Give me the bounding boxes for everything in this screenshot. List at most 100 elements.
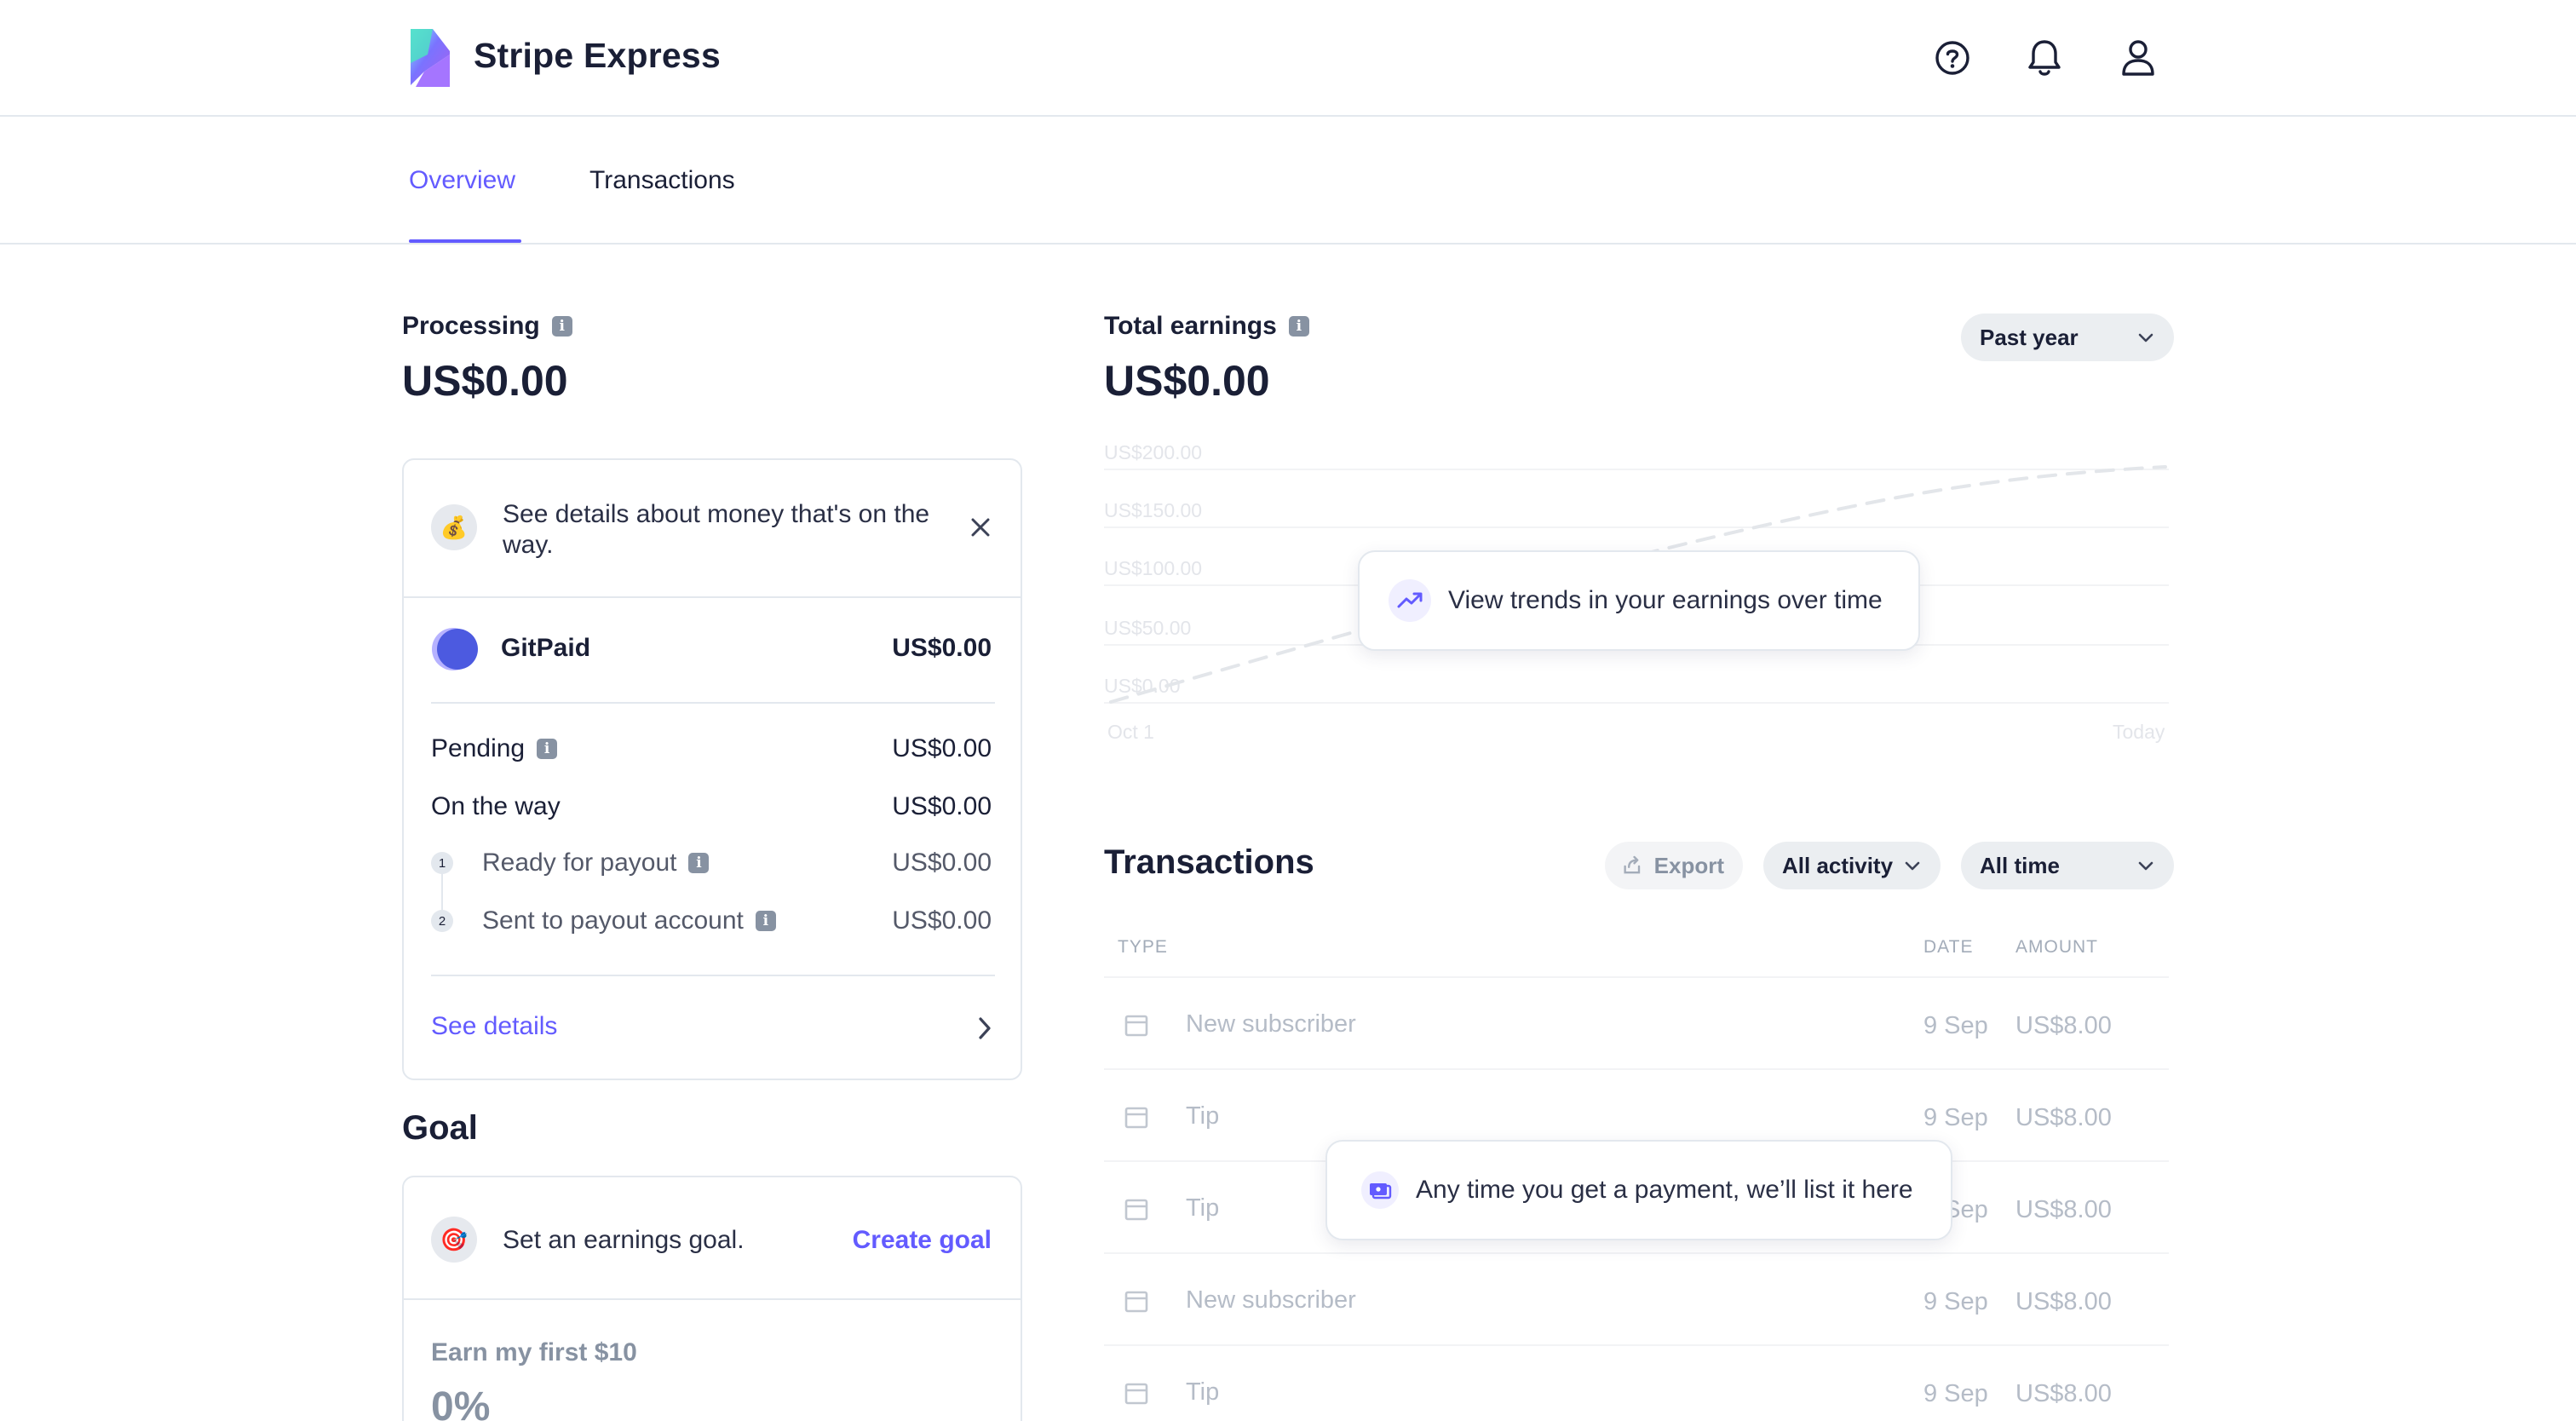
info-icon[interactable]: i (688, 853, 710, 873)
total-earnings-heading: Total earnings i (1104, 312, 1309, 341)
stripe-express-logo[interactable] (409, 29, 451, 87)
x-tick-label: Oct 1 (1107, 721, 1154, 743)
transaction-type: Tip (1186, 1378, 1220, 1406)
transactions-heading: Transactions (1104, 843, 1314, 881)
transactions-empty-tooltip: Any time you get a payment, we’ll list i… (1325, 1140, 1952, 1240)
pending-value: US$0.00 (892, 734, 992, 762)
sent-to-payout-row: Sent to payout account i (482, 906, 776, 935)
total-earnings-label: Total earnings (1104, 312, 1277, 340)
column-header-amount: AMOUNT (2015, 937, 2098, 957)
goal-card: 🎯 Set an earnings goal. Create goal Earn… (402, 1176, 1022, 1421)
step-1-badge: 1 (431, 852, 453, 874)
payment-icon (1361, 1171, 1399, 1209)
ready-for-payout-row: Ready for payout i (482, 849, 710, 877)
goal-heading: Goal (402, 1109, 478, 1147)
sent-to-payout-value: US$0.00 (892, 906, 992, 935)
chevron-right-icon[interactable] (976, 1015, 993, 1041)
activity-filter-value: All activity (1782, 852, 1894, 878)
transaction-date: 9 Sep (1923, 1380, 1988, 1407)
on-the-way-label: On the way (431, 792, 561, 820)
storefront-icon (1124, 1291, 1148, 1313)
table-row[interactable]: New subscriber 9 Sep US$8.00 (1104, 1254, 2169, 1346)
transaction-amount: US$8.00 (2015, 1196, 2112, 1223)
gitpaid-avatar (432, 628, 478, 670)
processing-amount: US$0.00 (402, 357, 568, 405)
export-icon (1624, 855, 1641, 874)
transaction-date: 9 Sep (1923, 1288, 1988, 1315)
target-icon: 🎯 (431, 1217, 477, 1263)
on-the-way-value: US$0.00 (892, 792, 992, 820)
transaction-amount: US$8.00 (2015, 1012, 2112, 1039)
chevron-down-icon (2138, 333, 2153, 342)
transaction-amount: US$8.00 (2015, 1288, 2112, 1315)
transaction-amount: US$8.00 (2015, 1104, 2112, 1131)
storefront-icon (1124, 1199, 1148, 1221)
see-details-link[interactable]: See details (431, 1012, 557, 1041)
processing-card: 💰 See details about money that's on the … (402, 458, 1022, 1080)
divider (431, 975, 995, 976)
transaction-date: 9 Sep (1923, 1104, 1988, 1131)
chevron-down-icon (1905, 861, 1920, 871)
total-earnings-amount: US$0.00 (1104, 357, 1270, 405)
app-title: Stripe Express (474, 36, 721, 75)
transactions-tooltip-text: Any time you get a payment, we’ll list i… (1416, 1176, 1913, 1204)
create-goal-button[interactable]: Create goal (853, 1225, 992, 1256)
goal-percent: 0% (431, 1384, 491, 1421)
info-icon[interactable]: i (537, 739, 558, 759)
step-2-badge: 2 (431, 910, 453, 932)
tab-transactions[interactable]: Transactions (589, 166, 735, 195)
storefront-icon (1124, 1015, 1148, 1037)
chevron-down-icon (2138, 861, 2153, 871)
close-icon[interactable] (969, 516, 992, 538)
export-button[interactable]: Export (1605, 842, 1743, 889)
processing-heading: Processing i (402, 312, 572, 341)
column-header-type: TYPE (1118, 937, 1168, 957)
tab-bar: Overview Transactions (0, 117, 2576, 245)
table-row[interactable]: New subscriber 9 Sep US$8.00 (1104, 978, 2169, 1070)
x-tick-label: Today (2113, 721, 2165, 743)
goal-target-label: Earn my first $10 (431, 1338, 637, 1366)
sent-to-payout-label: Sent to payout account (482, 906, 744, 935)
storefront-icon (1124, 1383, 1148, 1405)
activity-filter-select[interactable]: All activity (1763, 842, 1941, 889)
money-bag-icon: 💰 (431, 504, 477, 550)
divider (404, 596, 1021, 598)
column-header-date: DATE (1923, 937, 1974, 957)
tab-overview[interactable]: Overview (409, 166, 515, 195)
divider (431, 702, 995, 704)
ready-for-payout-value: US$0.00 (892, 849, 992, 877)
info-icon[interactable]: i (755, 911, 776, 931)
trend-up-icon (1389, 579, 1431, 622)
active-tab-indicator (409, 239, 521, 243)
storefront-icon (1124, 1107, 1148, 1129)
table-row[interactable]: Tip 9 Sep US$8.00 (1104, 1346, 2169, 1421)
pending-row-label: Pending i (431, 734, 558, 763)
info-icon[interactable]: i (551, 316, 572, 337)
goal-prompt: Set an earnings goal. (503, 1226, 745, 1254)
user-icon[interactable] (2114, 34, 2162, 82)
time-filter-value: All time (1980, 852, 2060, 878)
ready-for-payout-label: Ready for payout (482, 849, 677, 877)
time-filter-select[interactable]: All time (1961, 842, 2174, 889)
transaction-type: Tip (1186, 1102, 1220, 1130)
bell-icon[interactable] (2021, 34, 2068, 82)
transaction-type: New subscriber (1186, 1010, 1356, 1038)
processing-notice: See details about money that's on the wa… (503, 500, 930, 559)
time-range-select[interactable]: Past year (1961, 314, 2174, 361)
earnings-tooltip-text: View trends in your earnings over time (1448, 586, 1883, 614)
pending-label: Pending (431, 734, 526, 762)
account-name: GitPaid (501, 634, 591, 662)
divider (404, 1298, 1021, 1300)
earnings-trends-tooltip: View trends in your earnings over time (1358, 550, 1920, 651)
processing-label: Processing (402, 312, 540, 340)
help-icon[interactable] (1929, 34, 1976, 82)
transaction-type: Tip (1186, 1194, 1220, 1222)
time-range-value: Past year (1980, 324, 2079, 350)
transaction-date: 9 Sep (1923, 1012, 1988, 1039)
info-icon[interactable]: i (1288, 316, 1309, 337)
transaction-amount: US$8.00 (2015, 1380, 2112, 1407)
top-navigation-bar: Stripe Express (0, 0, 2576, 117)
account-amount: US$0.00 (892, 634, 992, 662)
transaction-type: New subscriber (1186, 1286, 1356, 1314)
export-label: Export (1653, 852, 1724, 878)
